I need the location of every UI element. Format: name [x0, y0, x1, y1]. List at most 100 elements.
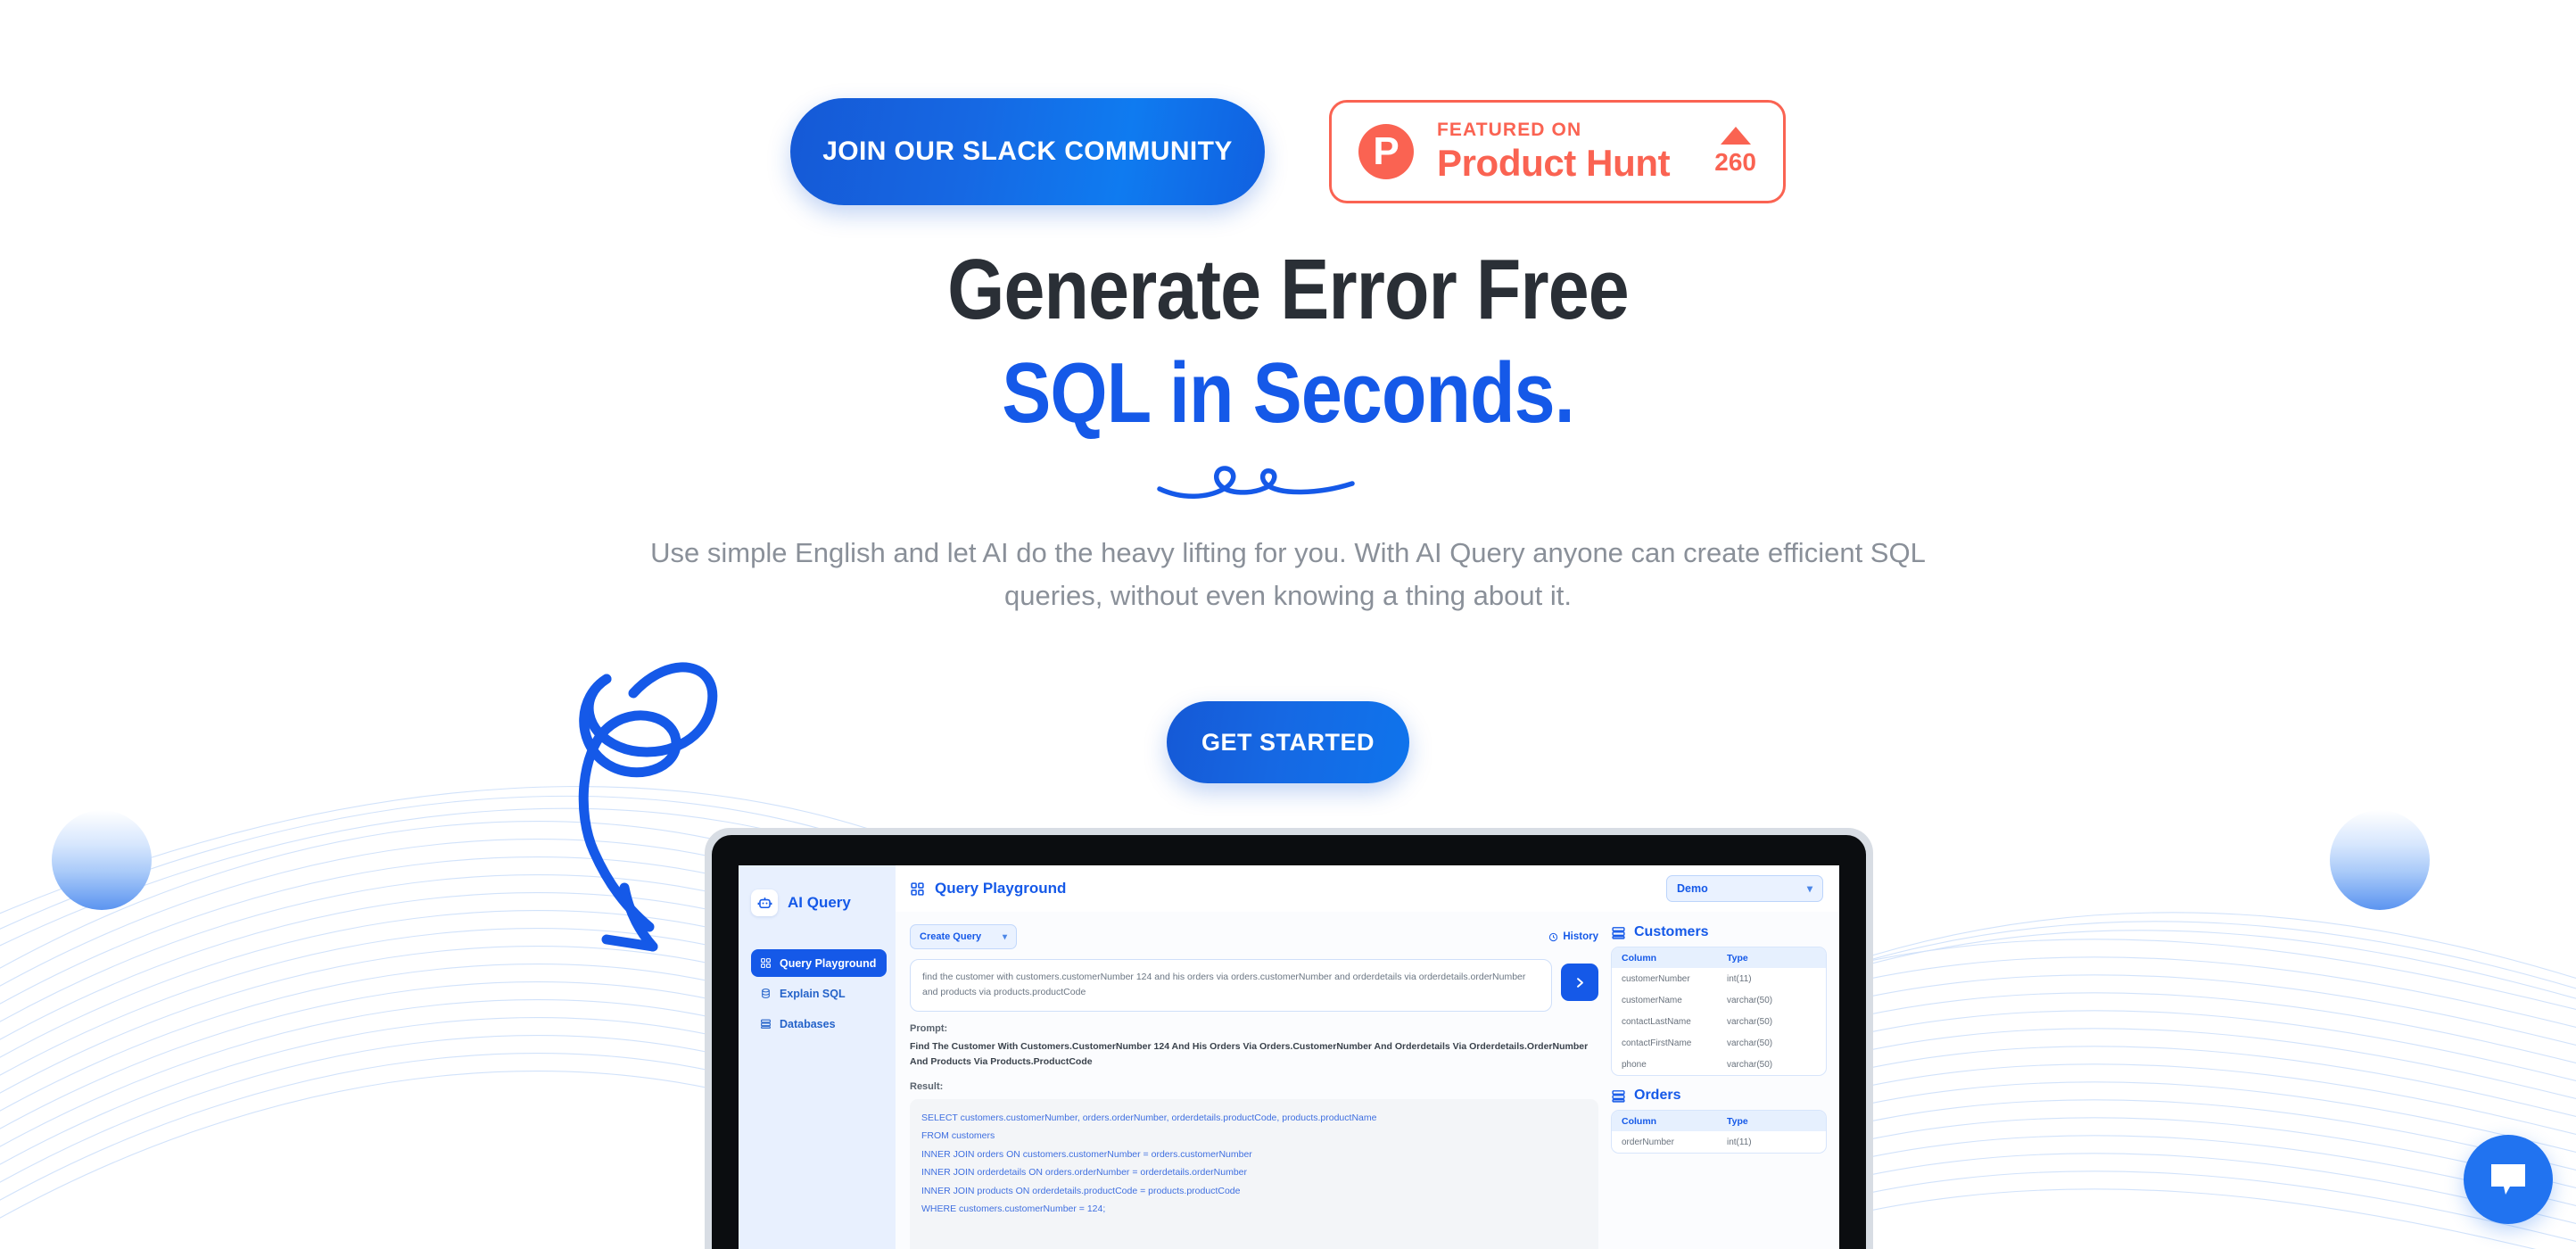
landing-page: JOIN OUR SLACK COMMUNITY P FEATURED ON P… [0, 0, 2576, 1249]
product-hunt-text: FEATURED ON Product Hunt [1437, 120, 1691, 183]
prompt-echo-text: Find The Customer With Customers.Custome… [910, 1040, 1589, 1067]
history-button[interactable]: History [1548, 931, 1598, 942]
caret-up-icon [1720, 127, 1751, 145]
sql-line: INNER JOIN orders ON customers.customerN… [921, 1148, 1252, 1160]
server-icon [1612, 926, 1625, 939]
app-main: Query Playground Demo ▾ Create Query ▾ H… [896, 865, 1839, 1249]
column-cell: contactLastName [1622, 1016, 1691, 1027]
app-page-title: Query Playground [935, 880, 1067, 897]
sql-line: WHERE customers.customerNumber = 124; [921, 1203, 1106, 1214]
chevron-down-icon: ▾ [1806, 882, 1812, 895]
column-cell: customerName [1622, 995, 1682, 1005]
join-slack-community-button[interactable]: JOIN OUR SLACK COMMUNITY [790, 98, 1265, 205]
sidebar-item-label: Explain SQL [780, 987, 846, 1000]
page-title: Generate Error Free SQL in Seconds. [180, 241, 2396, 443]
schema-table-name: Customers [1634, 924, 1709, 939]
type-cell: varchar(50) [1727, 995, 1773, 1005]
grid-icon [761, 958, 771, 968]
product-hunt-badge[interactable]: P FEATURED ON Product Hunt 260 [1329, 100, 1786, 203]
history-label: History [1563, 931, 1598, 942]
database-select-value: Demo [1677, 882, 1708, 895]
prompt-section-label: Prompt: [910, 1022, 948, 1034]
schema-table-orders: Column Type orderNumber int(11) [1611, 1110, 1827, 1154]
create-query-select[interactable]: Create Query ▾ [910, 924, 1017, 949]
squiggle-underline-icon [1157, 466, 1355, 499]
cta-container: GET STARTED [0, 701, 2576, 783]
database-select[interactable]: Demo ▾ [1666, 875, 1823, 902]
table-row: customerName varchar(50) [1612, 989, 1826, 1011]
decorative-sphere-right [2330, 810, 2430, 910]
app-body: Create Query ▾ History find the customer… [896, 912, 1839, 1249]
column-header: Column [1622, 1115, 1657, 1127]
app-brand: AI Query [751, 880, 887, 926]
product-hunt-upvote-count: 260 [1714, 148, 1756, 176]
table-row: orderNumber int(11) [1612, 1131, 1826, 1153]
column-header: Column [1622, 952, 1657, 964]
grid-icon [911, 881, 924, 896]
server-icon [1612, 1089, 1625, 1103]
table-row: contactLastName varchar(50) [1612, 1011, 1826, 1032]
product-hunt-featured-label: FEATURED ON [1437, 120, 1582, 141]
column-cell: phone [1622, 1059, 1647, 1070]
sql-line: INNER JOIN orderdetails ON orders.orderN… [921, 1167, 1248, 1179]
chevron-down-icon: ▾ [1002, 931, 1007, 942]
type-cell: int(11) [1727, 973, 1752, 984]
chat-bubble-icon [2491, 1164, 2525, 1195]
sidebar-item-explain-sql[interactable]: Explain SQL [751, 980, 887, 1007]
get-started-button[interactable]: GET STARTED [1167, 701, 1409, 783]
sidebar-item-label: Query Playground [780, 956, 877, 970]
sql-line: FROM customers [921, 1130, 995, 1142]
type-cell: int(11) [1727, 1137, 1752, 1147]
sidebar-item-label: Databases [780, 1017, 836, 1030]
product-hunt-upvote[interactable]: 260 [1714, 127, 1756, 177]
table-header-row: Column Type [1612, 947, 1826, 968]
type-header: Type [1727, 952, 1748, 964]
type-cell: varchar(50) [1727, 1059, 1773, 1070]
query-toolbar: Create Query ▾ History [910, 924, 1598, 949]
server-icon [761, 1019, 771, 1029]
sql-result-block: SELECT customers.customerNumber, orders.… [910, 1098, 1598, 1249]
database-icon [762, 988, 770, 998]
schema-table-customers: Column Type customerNumber int(11) custo… [1611, 947, 1827, 1076]
product-hunt-logo-icon: P [1358, 124, 1414, 179]
ai-query-app: AI Query Query Playground Explain SQL Da… [739, 865, 1839, 1249]
send-query-button[interactable] [1561, 964, 1598, 1001]
decorative-sphere-left [52, 810, 152, 910]
app-sidebar: AI Query Query Playground Explain SQL Da… [739, 865, 896, 1249]
chat-widget-button[interactable] [2464, 1135, 2553, 1224]
prompt-input[interactable]: find the customer with customers.custome… [910, 959, 1552, 1012]
product-hunt-name: Product Hunt [1437, 141, 1671, 184]
laptop-screen: AI Query Query Playground Explain SQL Da… [739, 865, 1839, 1249]
product-screenshot-mockup: AI Query Query Playground Explain SQL Da… [705, 828, 1873, 1249]
query-pane: Create Query ▾ History find the customer… [910, 924, 1598, 1249]
column-cell: orderNumber [1622, 1137, 1674, 1147]
schema-table-header: Orders [1611, 1088, 1827, 1104]
app-header: Query Playground Demo ▾ [896, 865, 1839, 912]
headline-line-2: SQL in Seconds. [1002, 345, 1574, 442]
app-brand-label: AI Query [788, 894, 851, 911]
clock-history-icon [1549, 932, 1558, 941]
table-row: contactFirstName varchar(50) [1612, 1032, 1826, 1054]
schema-table-header: Customers [1611, 924, 1827, 940]
sql-line: INNER JOIN products ON orderdetails.prod… [921, 1185, 1241, 1196]
sidebar-item-databases[interactable]: Databases [751, 1010, 887, 1038]
hero-subtitle: Use simple English and let AI do the hea… [650, 537, 1926, 612]
type-header: Type [1727, 1115, 1748, 1127]
schema-pane: Customers Column Type customerNumber int… [1611, 924, 1827, 1249]
table-header-row: Column Type [1612, 1111, 1826, 1131]
result-section-label: Result: [910, 1080, 944, 1092]
sidebar-nav: Query Playground Explain SQL Databases [751, 949, 887, 1038]
type-cell: varchar(50) [1727, 1038, 1773, 1048]
prompt-row: find the customer with customers.custome… [910, 959, 1598, 1012]
headline-line-1: Generate Error Free [947, 242, 1630, 337]
column-cell: customerNumber [1622, 973, 1690, 984]
robot-icon [751, 889, 778, 916]
table-row: customerNumber int(11) [1612, 968, 1826, 989]
type-cell: varchar(50) [1727, 1016, 1773, 1027]
send-arrow-icon [1576, 977, 1583, 988]
create-query-label: Create Query [920, 931, 982, 942]
sidebar-item-query-playground[interactable]: Query Playground [751, 949, 887, 977]
sql-line: SELECT customers.customerNumber, orders.… [921, 1112, 1377, 1123]
schema-table-name: Orders [1634, 1088, 1681, 1103]
column-cell: contactFirstName [1622, 1038, 1692, 1048]
